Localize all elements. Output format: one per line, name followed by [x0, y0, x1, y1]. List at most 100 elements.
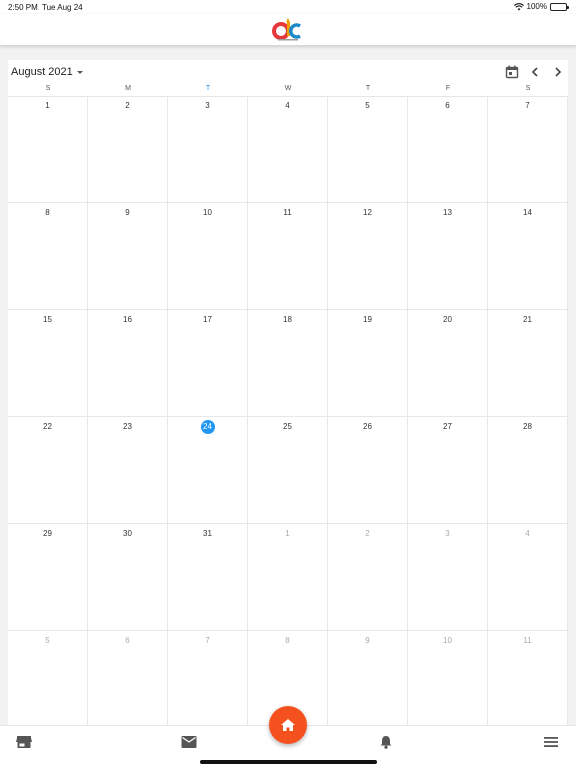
weekday-label: S — [525, 85, 531, 92]
day-number: 3 — [205, 101, 210, 110]
caret-down-icon — [76, 71, 83, 74]
day-cell-today[interactable]: 24 — [168, 417, 248, 524]
day-number: 17 — [203, 315, 212, 324]
day-cell[interactable]: 30 — [88, 524, 168, 631]
day-cell[interactable]: 17 — [168, 310, 248, 417]
home-button[interactable] — [269, 706, 307, 744]
day-number: 21 — [523, 315, 532, 324]
day-cell[interactable]: 10 — [408, 631, 488, 725]
day-number: 27 — [443, 422, 452, 431]
day-cell[interactable]: 5 — [328, 96, 408, 203]
day-cell[interactable]: 1 — [248, 524, 328, 631]
calendar-toolbar: August 2021 — [8, 60, 568, 84]
day-cell[interactable]: 14 — [488, 203, 568, 310]
calendar-icon[interactable] — [504, 64, 520, 80]
day-cell[interactable]: 2 — [88, 96, 168, 203]
day-number: 5 — [365, 101, 370, 110]
day-number: 4 — [285, 101, 290, 110]
day-number: 15 — [43, 315, 52, 324]
app-logo — [272, 18, 301, 41]
day-cell[interactable]: 11 — [248, 203, 328, 310]
day-number: 9 — [365, 636, 370, 645]
weekday-label: T — [205, 85, 211, 92]
calendar: August 2021 SMTWTFS 1 2 3 4 5 6 7 8 9 10 11 12 13 14 1… — [8, 60, 568, 725]
day-cell[interactable]: 7 — [168, 631, 248, 725]
status-bar: 2:50 PM Tue Aug 24 100% — [0, 0, 576, 14]
day-cell[interactable]: 4 — [488, 524, 568, 631]
weekday-label: T — [365, 85, 371, 92]
day-number: 10 — [203, 208, 212, 217]
day-cell[interactable]: 4 — [248, 96, 328, 203]
day-cell[interactable]: 29 — [8, 524, 88, 631]
day-number: 14 — [523, 208, 532, 217]
day-cell[interactable]: 2 — [328, 524, 408, 631]
day-number: 25 — [283, 422, 292, 431]
day-number: 5 — [45, 636, 50, 645]
menu-icon[interactable] — [543, 735, 559, 749]
weekday-label: F — [445, 85, 451, 92]
day-number: 22 — [43, 422, 52, 431]
weekday-label: W — [284, 85, 292, 92]
day-number: 1 — [285, 529, 290, 538]
day-number: 2 — [365, 529, 370, 538]
day-number: 12 — [363, 208, 372, 217]
day-cell[interactable]: 23 — [88, 417, 168, 524]
day-cell[interactable]: 20 — [408, 310, 488, 417]
day-cell[interactable]: 1 — [8, 96, 88, 203]
day-number: 16 — [123, 315, 132, 324]
day-number: 26 — [363, 422, 372, 431]
day-cell[interactable]: 19 — [328, 310, 408, 417]
day-number: 29 — [43, 529, 52, 538]
home-icon — [281, 719, 295, 731]
day-cell[interactable]: 21 — [488, 310, 568, 417]
day-cell[interactable]: 26 — [328, 417, 408, 524]
status-date: Tue Aug 24 — [42, 3, 83, 12]
store-icon[interactable] — [16, 735, 32, 749]
day-cell[interactable]: 3 — [408, 524, 488, 631]
day-cell[interactable]: 6 — [408, 96, 488, 203]
day-cell[interactable]: 11 — [488, 631, 568, 725]
battery-percent: 100% — [526, 2, 547, 11]
chevron-right-icon[interactable] — [550, 64, 566, 80]
day-cell[interactable]: 22 — [8, 417, 88, 524]
day-cell[interactable]: 31 — [168, 524, 248, 631]
day-cell[interactable]: 28 — [488, 417, 568, 524]
day-number: 7 — [525, 101, 530, 110]
day-cell[interactable]: 6 — [88, 631, 168, 725]
bell-icon[interactable] — [378, 735, 394, 749]
day-cell[interactable]: 9 — [88, 203, 168, 310]
day-cell[interactable]: 16 — [88, 310, 168, 417]
day-number: 11 — [523, 636, 532, 645]
day-cell[interactable]: 8 — [8, 203, 88, 310]
day-number: 20 — [443, 315, 452, 324]
mail-icon[interactable] — [181, 735, 197, 749]
day-cell[interactable]: 12 — [328, 203, 408, 310]
day-cell[interactable]: 5 — [8, 631, 88, 725]
day-number: 28 — [523, 422, 532, 431]
day-cell[interactable]: 9 — [328, 631, 408, 725]
day-cell[interactable]: 3 — [168, 96, 248, 203]
day-number: 6 — [445, 101, 450, 110]
day-number: 3 — [445, 529, 450, 538]
wifi-icon — [513, 2, 524, 10]
weekday-label: M — [125, 85, 131, 92]
day-number: 8 — [45, 208, 50, 217]
day-number: 24 — [200, 420, 215, 434]
status-time: 2:50 PM — [8, 3, 38, 12]
day-number: 1 — [45, 101, 50, 110]
month-selector[interactable]: August 2021 — [11, 66, 83, 78]
day-cell[interactable]: 15 — [8, 310, 88, 417]
day-cell[interactable]: 25 — [248, 417, 328, 524]
day-cell[interactable]: 18 — [248, 310, 328, 417]
status-indicators: 100% — [513, 2, 569, 11]
day-cell[interactable]: 27 — [408, 417, 488, 524]
chevron-left-icon[interactable] — [527, 64, 543, 80]
app-header — [0, 14, 576, 46]
day-cell[interactable]: 13 — [408, 203, 488, 310]
home-indicator[interactable] — [200, 760, 377, 764]
day-number: 13 — [443, 208, 452, 217]
day-number: 31 — [203, 529, 212, 538]
day-cell[interactable]: 10 — [168, 203, 248, 310]
weekday-label: S — [45, 85, 51, 92]
day-cell[interactable]: 7 — [488, 96, 568, 203]
